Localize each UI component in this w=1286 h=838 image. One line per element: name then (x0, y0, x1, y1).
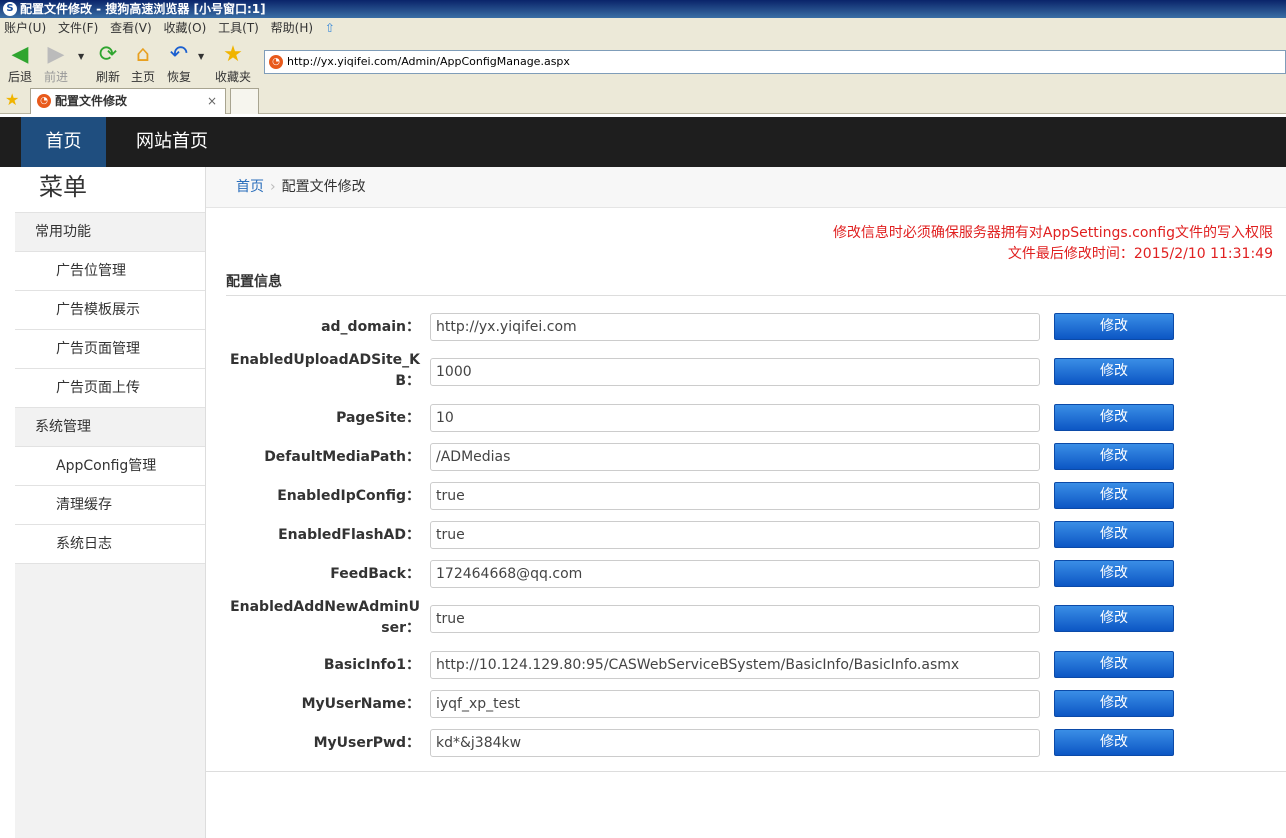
sidebar-item-ad-templates[interactable]: 广告模板展示 (15, 291, 205, 330)
field-label: ad_domain： (321, 319, 420, 335)
breadcrumb-separator: › (270, 179, 276, 195)
field-input-flash-ad[interactable] (430, 521, 1040, 549)
field-label: DefaultMediaPath： (264, 449, 420, 465)
menu-bar: 账户(U) 文件(F) 查看(V) 收藏(O) 工具(T) 帮助(H) ⇧ (0, 18, 1286, 38)
favorites-button[interactable]: ★ 收藏夹 (213, 42, 253, 85)
restore-dropdown-icon[interactable]: ▼ (198, 52, 204, 61)
modify-button[interactable]: 修改 (1054, 560, 1174, 587)
field-label: FeedBack： (330, 566, 420, 582)
field-label: PageSite： (336, 410, 420, 426)
notice-modified-time: 文件最后修改时间：2015/2/10 11:31:49 (1007, 246, 1273, 262)
modify-button[interactable]: 修改 (1054, 358, 1174, 385)
browser-toolbar: ◀ 后退 ▶ 前进 ▼ ⟳ 刷新 ⌂ 主页 ↶ 恢复 ▼ ★ 收藏夹 ◔ htt… (0, 38, 1286, 86)
address-bar[interactable]: ◔ http://yx.yiqifei.com/Admin/AppConfigM… (264, 50, 1286, 74)
sidebar-group-common[interactable]: 常用功能 (15, 213, 205, 252)
field-input-username[interactable] (430, 690, 1040, 718)
address-url: http://yx.yiqifei.com/Admin/AppConfigMan… (287, 55, 570, 68)
sidebar-item-system-log[interactable]: 系统日志 (15, 525, 205, 564)
nav-site-home[interactable]: 网站首页 (120, 117, 224, 167)
breadcrumb-home[interactable]: 首页 (236, 179, 264, 195)
tab-title: 配置文件修改 (55, 94, 128, 108)
breadcrumb-current: 配置文件修改 (281, 179, 366, 195)
field-label: EnabledAddNewAdminUser： (230, 599, 420, 636)
field-label: EnabledUploadADSite_KB： (230, 352, 420, 389)
sidebar-item-ad-slots[interactable]: 广告位管理 (15, 252, 205, 291)
form-bottom-divider (206, 771, 1286, 772)
menu-view[interactable]: 查看(V) (106, 18, 156, 38)
field-input-ip-config[interactable] (430, 482, 1040, 510)
forward-dropdown-icon[interactable]: ▼ (78, 52, 84, 61)
site-favicon-icon: ◔ (269, 55, 283, 69)
star-icon: ★ (223, 42, 243, 67)
sidebar-item-ad-upload[interactable]: 广告页面上传 (15, 369, 205, 408)
nav-home[interactable]: 首页 (21, 117, 106, 167)
section-divider (226, 295, 1286, 296)
main-content: 首页 › 配置文件修改 修改信息时必须确保服务器拥有对AppSettings.con… (205, 167, 1286, 838)
sidebar-title: 菜单 (15, 167, 205, 213)
sidebar-item-ad-pages[interactable]: 广告页面管理 (15, 330, 205, 369)
modify-button[interactable]: 修改 (1054, 404, 1174, 431)
permission-notice: 修改信息时必须确保服务器拥有对AppSettings.config文件的写入权限… (833, 223, 1273, 265)
sidebar-group-system[interactable]: 系统管理 (15, 408, 205, 447)
upgrade-icon[interactable]: ⇧ (321, 18, 339, 38)
tab-bar: ★ ◔ 配置文件修改 × (0, 86, 1286, 114)
field-input-ad-domain[interactable] (430, 313, 1040, 341)
modify-button[interactable]: 修改 (1054, 690, 1174, 717)
field-input-upload-site-kb[interactable] (430, 358, 1040, 386)
menu-favorites[interactable]: 收藏(O) (160, 18, 211, 38)
window-title-bar: S 配置文件修改 - 搜狗高速浏览器 [小号窗口:1] (0, 0, 1286, 18)
bookmark-star-icon[interactable]: ★ (5, 90, 19, 109)
modify-button[interactable]: 修改 (1054, 651, 1174, 678)
field-input-basic-info[interactable] (430, 651, 1040, 679)
modify-button[interactable]: 修改 (1054, 521, 1174, 548)
breadcrumb: 首页 › 配置文件修改 (206, 167, 1286, 208)
restore-button[interactable]: ↶ 恢复 (159, 42, 199, 85)
forward-arrow-icon: ▶ (47, 42, 65, 67)
modify-button[interactable]: 修改 (1054, 313, 1174, 340)
back-arrow-icon: ◀ (11, 42, 29, 67)
menu-account[interactable]: 账户(U) (0, 18, 50, 38)
tab-config-edit[interactable]: ◔ 配置文件修改 × (30, 88, 226, 114)
home-button[interactable]: ⌂ 主页 (123, 42, 163, 85)
modify-button[interactable]: 修改 (1054, 443, 1174, 470)
menu-tools[interactable]: 工具(T) (214, 18, 263, 38)
home-icon: ⌂ (136, 42, 150, 67)
window-title: 配置文件修改 - 搜狗高速浏览器 [小号窗口:1] (20, 2, 266, 16)
sogou-browser-icon: S (3, 2, 17, 16)
section-title: 配置信息 (226, 274, 282, 290)
back-button[interactable]: ◀ 后退 (0, 42, 40, 85)
field-label: BasicInfo1： (323, 657, 420, 673)
tab-favicon-icon: ◔ (37, 94, 51, 108)
new-tab-button[interactable] (230, 88, 259, 114)
menu-help[interactable]: 帮助(H) (267, 18, 317, 38)
field-input-feedback[interactable] (430, 560, 1040, 588)
modify-button[interactable]: 修改 (1054, 605, 1174, 632)
sidebar: 菜单 常用功能 广告位管理 广告模板展示 广告页面管理 广告页面上传 系统管理 … (15, 167, 205, 838)
notice-permission-text: 修改信息时必须确保服务器拥有对AppSettings.config文件的写入权限 (832, 225, 1273, 241)
site-nav: 首页 网站首页 (0, 117, 1286, 167)
field-input-page-site[interactable] (430, 404, 1040, 432)
field-input-add-admin-user[interactable] (430, 605, 1040, 633)
modify-button[interactable]: 修改 (1054, 729, 1174, 756)
field-label: EnabledFlashAD： (278, 527, 420, 543)
menu-file[interactable]: 文件(F) (54, 18, 102, 38)
field-input-default-media-path[interactable] (430, 443, 1040, 471)
field-label: EnabledIpConfig： (277, 488, 420, 504)
refresh-icon: ⟳ (98, 42, 118, 67)
refresh-button[interactable]: ⟳ 刷新 (88, 42, 128, 85)
field-input-password[interactable] (430, 729, 1040, 757)
sidebar-item-clear-cache[interactable]: 清理缓存 (15, 486, 205, 525)
field-label: MyUserPwd： (313, 735, 420, 751)
field-label: MyUserName： (301, 696, 420, 712)
sidebar-item-appconfig[interactable]: AppConfig管理 (15, 447, 205, 486)
tab-close-icon[interactable]: × (207, 89, 217, 113)
forward-button[interactable]: ▶ 前进 (36, 42, 76, 85)
modify-button[interactable]: 修改 (1054, 482, 1174, 509)
undo-icon: ↶ (169, 42, 189, 67)
